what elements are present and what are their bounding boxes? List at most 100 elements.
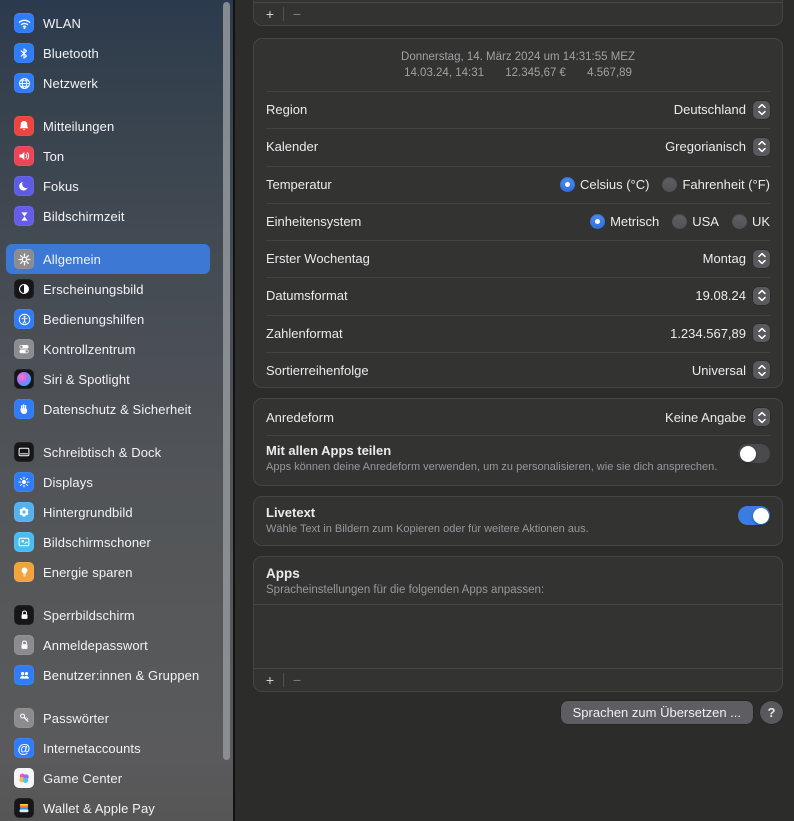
row-temperature: Temperatur Celsius (°C) Fahrenheit (°F) (254, 165, 782, 203)
sidebar-item-displays[interactable]: Displays (6, 467, 210, 497)
region-value: Deutschland (673, 102, 746, 118)
radio-fahrenheit[interactable]: Fahrenheit (°F) (662, 176, 770, 192)
sidebar-item-schreibtisch-dock[interactable]: Schreibtisch & Dock (6, 437, 210, 467)
help-button[interactable]: ? (760, 701, 783, 724)
sidebar-item-datenschutz-sicherheit[interactable]: Datenschutz & Sicherheit (6, 394, 210, 424)
sidebar-item-label: Erscheinungsbild (43, 281, 144, 297)
sidebar-item-siri-spotlight[interactable]: Siri & Spotlight (6, 364, 210, 394)
remove-language-button[interactable]: − (288, 3, 306, 25)
sidebar-item-erscheinungsbild[interactable]: Erscheinungsbild (6, 274, 210, 304)
sort-order-value: Universal (691, 362, 746, 378)
languages-list-footer: + − (254, 2, 782, 25)
radio-button[interactable] (672, 213, 688, 229)
bluetooth-icon (14, 43, 34, 63)
at-icon: @ (14, 738, 34, 758)
apps-header: Apps Spracheinstellungen für die folgend… (254, 557, 782, 604)
live-text-row: Livetext Wähle Text in Bildern zum Kopie… (254, 497, 782, 545)
row-label: Datumsformat (266, 288, 348, 304)
sidebar-item-sperrbildschirm[interactable]: Sperrbildschirm (6, 600, 210, 630)
sidebar-item-kontrollzentrum[interactable]: Kontrollzentrum (6, 334, 210, 364)
date-format-stepper[interactable] (753, 286, 770, 305)
sidebar-scrollbar[interactable] (223, 2, 230, 760)
sidebar-item-anmeldepasswort[interactable]: Anmeldepasswort (6, 630, 210, 660)
sidebar-item-label: Sperrbildschirm (43, 607, 135, 623)
format-preview: Donnerstag, 14. März 2024 um 14:31:55 ME… (254, 39, 782, 91)
sidebar-group-lock: Sperrbildschirm Anmeldepasswort Benutzer… (0, 600, 233, 690)
sidebar-item-ton[interactable]: Ton (6, 141, 210, 171)
apps-title: Apps (266, 566, 300, 581)
calendar-value: Gregorianisch (665, 139, 746, 155)
radio-usa[interactable]: USA (672, 213, 719, 229)
sidebar-item-passwoerter[interactable]: Passwörter (6, 703, 210, 733)
number-format-stepper[interactable] (753, 324, 770, 343)
preferred-languages-box: + − (253, 0, 783, 26)
live-text-box: Livetext Wähle Text in Bildern zum Kopie… (253, 496, 783, 546)
share-with-apps-toggle[interactable] (738, 444, 770, 463)
sidebar-item-label: Netzwerk (43, 75, 98, 91)
sidebar-item-mitteilungen[interactable]: Mitteilungen (6, 111, 210, 141)
sidebar-item-wlan[interactable]: WLAN (6, 8, 210, 38)
calendar-stepper[interactable] (753, 137, 770, 156)
form-of-address-stepper[interactable] (753, 408, 770, 426)
sidebar-item-label: Siri & Spotlight (43, 371, 130, 387)
radio-button[interactable] (590, 213, 606, 229)
sidebar-item-label: Kontrollzentrum (43, 341, 136, 357)
sidebar-item-bildschirmschoner[interactable]: Bildschirmschoner (6, 527, 210, 557)
sidebar-item-bluetooth[interactable]: Bluetooth (6, 38, 210, 68)
row-label: Erster Wochentag (266, 251, 370, 267)
sidebar-item-internetaccounts[interactable]: @ Internetaccounts (6, 733, 210, 763)
radio-button[interactable] (662, 176, 678, 192)
sidebar-item-bildschirmzeit[interactable]: Bildschirmzeit (6, 201, 210, 231)
share-with-apps-row: Mit allen Apps teilen Apps können deine … (254, 435, 782, 483)
radio-celsius[interactable]: Celsius (°C) (559, 176, 649, 192)
sidebar-item-label: Displays (43, 474, 93, 490)
radio-button[interactable] (731, 213, 747, 229)
sidebar-item-label: Bildschirmzeit (43, 208, 125, 224)
sidebar-item-label: Anmeldepasswort (43, 637, 148, 653)
live-text-toggle[interactable] (738, 506, 770, 525)
contrast-icon (14, 279, 34, 299)
sidebar-item-label: Fokus (43, 178, 79, 194)
sidebar-item-label: Game Center (43, 770, 123, 786)
sun-icon (14, 472, 34, 492)
radio-uk[interactable]: UK (731, 213, 770, 229)
apps-subtitle: Spracheinstellungen für die folgenden Ap… (266, 584, 545, 596)
sidebar-item-energie-sparen[interactable]: Energie sparen (6, 557, 210, 587)
translate-languages-button[interactable]: Sprachen zum Übersetzen ... (560, 701, 753, 724)
sidebar-item-label: Wallet & Apple Pay (43, 800, 155, 816)
sidebar-item-netzwerk[interactable]: Netzwerk (6, 68, 210, 98)
row-date-format: Datumsformat 19.08.24 (254, 277, 782, 314)
sidebar-item-fokus[interactable]: Fokus (6, 171, 210, 201)
remove-app-button[interactable]: − (288, 669, 306, 691)
language-region-panel: + − Donnerstag, 14. März 2024 um 14:31:5… (235, 0, 794, 821)
sidebar-item-game-center[interactable]: Game Center (6, 763, 210, 793)
radio-metric[interactable]: Metrisch (590, 213, 659, 229)
sort-order-stepper[interactable] (753, 361, 770, 380)
sidebar-item-label: Schreibtisch & Dock (43, 444, 162, 460)
screensaver-icon (14, 532, 34, 552)
hand-icon (14, 399, 34, 419)
footer-separator (283, 673, 284, 687)
row-sort-order: Sortierreihenfolge Universal (254, 351, 782, 387)
sidebar-item-benutzer-gruppen[interactable]: Benutzer:innen & Gruppen (6, 660, 210, 690)
sidebar-item-allgemein[interactable]: Allgemein (6, 244, 210, 274)
radio-button[interactable] (559, 176, 575, 192)
sidebar-item-wallet-apple-pay[interactable]: Wallet & Apple Pay (6, 793, 210, 821)
add-app-button[interactable]: + (261, 669, 279, 691)
sidebar-item-label: Internetaccounts (43, 740, 141, 756)
preview-line-2: 14.03.24, 14:31 12.345,67 € 4.567,89 (254, 65, 782, 81)
radio-label: USA (692, 213, 719, 229)
number-format-value: 1.234.567,89 (670, 325, 746, 341)
live-text-subtitle: Wähle Text in Bildern zum Kopieren oder … (266, 523, 589, 535)
preview-datetime: 14.03.24, 14:31 (404, 67, 484, 79)
add-language-button[interactable]: + (261, 3, 279, 25)
sidebar-item-label: Allgemein (43, 251, 101, 267)
radio-label: Fahrenheit (°F) (682, 176, 770, 192)
sidebar-item-hintergrundbild[interactable]: Hintergrundbild (6, 497, 210, 527)
accessibility-icon (14, 309, 34, 329)
region-stepper[interactable] (753, 100, 770, 119)
apps-list-empty[interactable] (254, 605, 782, 667)
sidebar-item-bedienungshilfen[interactable]: Bedienungshilfen (6, 304, 210, 334)
first-weekday-stepper[interactable] (753, 249, 770, 268)
row-label: Temperatur (266, 176, 332, 192)
